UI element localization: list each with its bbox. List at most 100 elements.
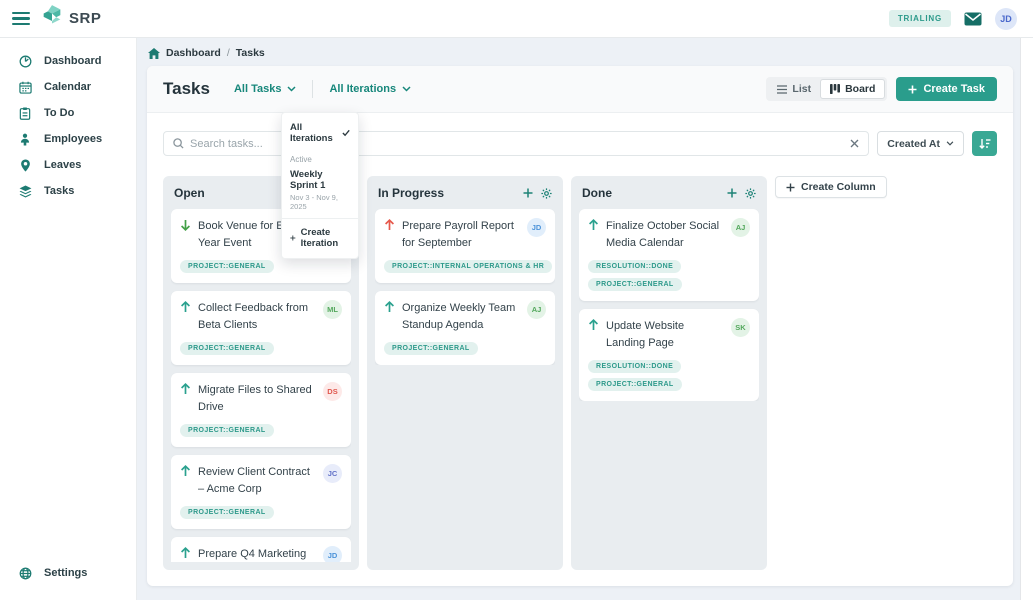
check-icon [342,129,350,137]
plus-icon [786,183,795,191]
search-icon [173,138,184,149]
sidebar-item-employees[interactable]: Employees [0,126,136,152]
column-title: Open [174,186,205,200]
badge-row: PROJECT::GENERAL [180,260,342,273]
column-done: Done Finalize October Social Media Calend… [571,176,767,570]
add-card-icon[interactable] [727,188,737,198]
task-card[interactable]: Collect Feedback from Beta Clients ML PROJ… [171,291,351,365]
sidebar-item-calendar[interactable]: Calendar [0,74,136,100]
task-title: Finalize October Social Media Calendar [606,220,720,249]
task-card[interactable]: Review Client Contract – Acme Corp JC PROJ… [171,455,351,529]
badge-row: RESOLUTION::DONE PROJECT::GENERAL [588,260,750,291]
sidebar-item-settings[interactable]: Settings [0,560,136,586]
view-toggle: List Board [766,77,888,101]
trial-status-badge: TRIALING [888,10,951,27]
task-card[interactable]: Migrate Files to Shared Drive DSPROJECT::… [171,373,351,447]
kanban-icon [830,84,841,94]
clear-search-icon[interactable] [850,139,859,148]
chevron-down-icon [402,86,411,92]
task-title: Review Client Contract – Acme Corp [198,466,310,495]
home-icon[interactable] [148,47,160,59]
sidebar-item-to-do[interactable]: To Do [0,100,136,126]
task-card[interactable]: Prepare Q4 Marketing Campaign BriefJDPRO… [171,537,351,562]
label-badge: PROJECT::GENERAL [180,342,274,355]
badge-row: PROJECT::INTERNAL OPERATIONS & HR [384,260,553,273]
menu-item-weekly-sprint[interactable]: Weekly Sprint 1 Nov 3 - Nov 9, 2025 [282,166,358,217]
sidebar-item-label: Tasks [44,185,75,197]
sprint-name: Weekly Sprint 1 [290,169,326,191]
column-cards: Finalize October Social Media Calendar AJ… [579,209,759,401]
mail-icon[interactable] [964,12,982,26]
badge-row: PROJECT::GENERAL [180,342,342,355]
task-title: Migrate Files to Shared Drive [198,384,312,413]
sidebar-item-label: Dashboard [44,55,102,67]
create-task-button[interactable]: Create Task [896,77,997,101]
sidebar-item-label: To Do [44,107,75,119]
calendar-icon [18,80,32,94]
column-settings-gear-icon[interactable] [541,187,552,199]
task-title: Prepare Q4 Marketing Campaign Brief [198,548,307,560]
priority-arrow-down-icon [180,219,191,231]
main-content: Dashboard / Tasks Tasks All Tasks All It… [137,38,1020,600]
badge-row: RESOLUTION::DONE PROJECT::GENERAL [588,360,750,391]
assignee-avatar: JD [527,218,546,237]
todo-icon [18,106,32,120]
tasks-panel: Tasks All Tasks All Iterations List Boar… [147,66,1013,586]
column-title: Done [582,186,612,200]
sort-descending-icon [978,139,990,149]
sort-field-dropdown[interactable]: Created At [877,131,964,156]
column-cards: Book Venue for End-of-Year EventAJPROJEC… [171,209,351,562]
menu-item-all-iterations[interactable]: All Iterations [282,116,358,150]
sidebar-nav: Dashboard Calendar To Do Employees Leaves Tas… [0,48,136,204]
menu-section-active: Active [290,155,312,164]
column-settings-gear-icon[interactable] [745,187,756,199]
assignee-avatar: JC [323,464,342,483]
task-card[interactable]: Update Website Landing Page SK RESOLUTION:… [579,309,759,401]
assignee-avatar: AJ [731,218,750,237]
sort-direction-button[interactable] [972,131,997,156]
all-iterations-dropdown[interactable]: All Iterations [329,83,411,95]
menu-item-create-iteration[interactable]: Create Iteration [282,220,358,255]
sidebar-item-dashboard[interactable]: Dashboard [0,48,136,74]
badge-row: PROJECT::GENERAL [180,424,342,437]
label-badge: PROJECT::GENERAL [180,506,274,519]
page-title: Tasks [163,79,210,98]
label-badge: PROJECT::GENERAL [180,260,274,273]
label-badge: PROJECT::GENERAL [384,342,478,355]
assignee-avatar: SK [731,318,750,337]
sidebar-item-leaves[interactable]: Leaves [0,152,136,178]
sidebar: Dashboard Calendar To Do Employees Leaves Tas… [0,38,137,600]
board-view-button[interactable]: Board [820,79,886,99]
user-avatar[interactable]: JD [995,7,1017,30]
breadcrumb-dashboard-link[interactable]: Dashboard [166,47,221,59]
add-card-icon[interactable] [523,188,533,198]
assignee-avatar: JD [323,546,342,562]
sidebar-item-tasks[interactable]: Tasks [0,178,136,204]
assignee-avatar: ML [323,300,342,319]
search-box [163,131,870,156]
task-card[interactable]: Finalize October Social Media Calendar AJ… [579,209,759,301]
list-view-button[interactable]: List [768,80,820,98]
assignee-avatar: DS [323,382,342,401]
plus-icon [908,85,917,93]
tasks-panel-header: Tasks All Tasks All Iterations List Boar… [147,66,1013,113]
task-card[interactable]: Prepare Payroll Report for September JD PR… [375,209,555,283]
label-badge: PROJECT::GENERAL [588,278,682,291]
label-badge: PROJECT::INTERNAL OPERATIONS & HR [384,260,553,273]
sprint-dates: Nov 3 - Nov 9, 2025 [290,193,338,211]
task-card[interactable]: Organize Weekly Team Standup Agenda AJ PRO… [375,291,555,365]
app-window: SRP TRIALING JD Dashboard Calendar To Do Em… [0,0,1033,600]
hamburger-menu-icon[interactable] [12,11,30,26]
all-tasks-dropdown[interactable]: All Tasks [234,83,297,95]
brand-logo: SRP [42,4,101,33]
column-in-progress: In Progress Prepare Payroll Report for Se… [367,176,563,570]
task-title: Update Website Landing Page [606,320,685,349]
priority-arrow-up-icon [180,465,191,477]
label-badge: PROJECT::GENERAL [588,378,682,391]
header-divider [312,80,314,98]
create-column-button[interactable]: Create Column [775,176,887,198]
sidebar-item-label: Settings [44,567,88,579]
dashboard-icon [18,54,32,68]
menu-divider [282,218,358,219]
vertical-scrollbar[interactable] [1020,38,1033,600]
